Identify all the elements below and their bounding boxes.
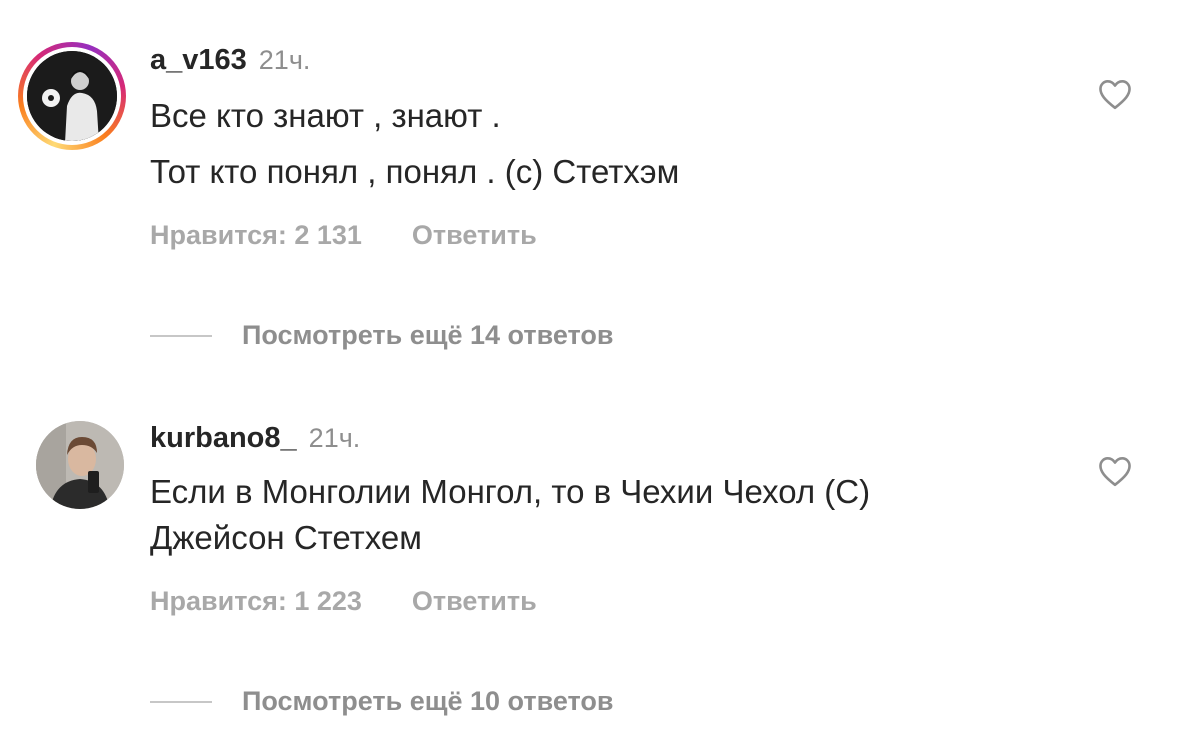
- username[interactable]: a_v163: [150, 44, 247, 77]
- avatar-illustration: [27, 51, 117, 141]
- comment-actions: Нравится: 1 223 Ответить: [150, 586, 537, 617]
- avatar-photo: [27, 51, 117, 141]
- avatar-kurbano8_[interactable]: [36, 421, 124, 509]
- likes-count[interactable]: Нравится: 2 131: [150, 220, 362, 251]
- avatar-ring-gap: [23, 47, 121, 145]
- view-replies[interactable]: Посмотреть ещё 14 ответов: [150, 320, 613, 351]
- replies-divider: [150, 700, 212, 703]
- comment-text-line-1: Все кто знают , знают .: [150, 97, 501, 134]
- comment-actions: Нравится: 2 131 Ответить: [150, 220, 537, 251]
- reply-button[interactable]: Ответить: [412, 586, 537, 617]
- view-replies-label[interactable]: Посмотреть ещё 10 ответов: [242, 686, 613, 717]
- heart-outline-icon[interactable]: [1097, 455, 1133, 487]
- timestamp: 21ч.: [258, 45, 311, 75]
- reply-button[interactable]: Ответить: [412, 220, 537, 251]
- timestamp: 21ч.: [308, 423, 361, 453]
- view-replies[interactable]: Посмотреть ещё 10 ответов: [150, 686, 613, 717]
- avatar-a_v163[interactable]: [18, 42, 126, 150]
- replies-divider: [150, 334, 212, 337]
- username[interactable]: kurbano8_: [150, 422, 297, 455]
- comment-text-line-2: Джейсон Стетхем: [150, 519, 422, 556]
- view-replies-label[interactable]: Посмотреть ещё 14 ответов: [242, 320, 613, 351]
- comment-header: kurbano8_ 21ч.: [150, 422, 360, 455]
- heart-outline-icon[interactable]: [1097, 78, 1133, 110]
- comment-text-line-2: Тот кто понял , понял . (с) Стетхэм: [150, 153, 680, 190]
- comment-text-line-1: Если в Монголии Монгол, то в Чехии Чехол…: [150, 473, 871, 510]
- avatar-illustration: [36, 421, 124, 509]
- comment-header: a_v163 21ч.: [150, 44, 310, 77]
- likes-count[interactable]: Нравится: 1 223: [150, 586, 362, 617]
